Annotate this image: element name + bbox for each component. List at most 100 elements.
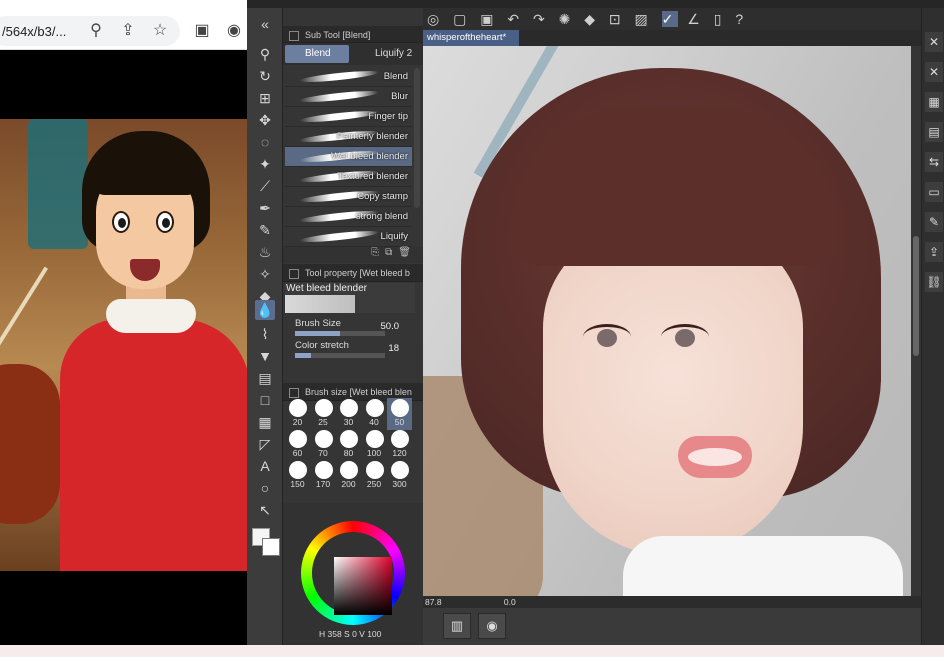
zoom-icon[interactable]: ⚲: [84, 19, 108, 43]
list-item[interactable]: Copy stamp: [285, 187, 412, 207]
brush-size-preset[interactable]: 100: [362, 429, 387, 461]
brush-label: Textured blender: [337, 171, 408, 182]
list-item[interactable]: strong blend: [285, 207, 412, 227]
navigator-icon[interactable]: ▥: [443, 613, 471, 639]
ruler-tool-icon[interactable]: ◸: [255, 434, 275, 454]
magic-wand-icon[interactable]: ✦: [255, 154, 275, 174]
deselect-icon[interactable]: ▨: [635, 11, 653, 27]
gradient-tool-icon[interactable]: ▤: [255, 368, 275, 388]
brush-tool-icon[interactable]: ♨: [255, 242, 275, 262]
tool-property-title: Tool property [Wet bleed b: [283, 264, 423, 281]
brush-size-preset[interactable]: 120: [387, 429, 412, 461]
brush-size-preset[interactable]: 200: [336, 460, 361, 492]
decoration-tool-icon[interactable]: ⌇: [255, 324, 275, 344]
canvas-vertical-scrollbar[interactable]: [911, 46, 921, 596]
tab-blend[interactable]: Blend: [285, 45, 349, 63]
list-item[interactable]: Liquify: [285, 227, 412, 247]
pencil-tool-icon[interactable]: ✎: [255, 220, 275, 240]
brush-size-preset[interactable]: 25: [311, 398, 336, 430]
save-icon[interactable]: ▣: [480, 11, 498, 27]
eyedropper-icon[interactable]: ⟋: [255, 176, 275, 196]
subtool-panel-actions[interactable]: ⎘⧉🗑: [283, 247, 423, 263]
tab-liquify-2[interactable]: Liquify 2: [355, 45, 419, 63]
brush-size-dot: [314, 399, 333, 417]
fill-tool-icon[interactable]: ▼: [255, 346, 275, 366]
help-icon[interactable]: ?: [735, 11, 748, 27]
lasso-tool-icon[interactable]: ◌: [255, 132, 275, 152]
brush-size-slider[interactable]: [295, 331, 385, 336]
layer-icon[interactable]: ▦: [925, 92, 943, 112]
undo-icon[interactable]: ↶: [507, 11, 524, 27]
brush-size-dot: [289, 430, 307, 448]
brush-size-preset[interactable]: 170: [311, 460, 336, 492]
sub-color-swatch[interactable]: [262, 538, 280, 556]
brush-size-preset[interactable]: 60: [285, 429, 310, 461]
new-icon[interactable]: ◎: [427, 11, 444, 27]
panel-collapse-icon[interactable]: «: [255, 14, 275, 34]
transform-icon[interactable]: ⊡: [609, 11, 626, 27]
airbrush-tool-icon[interactable]: ✧: [255, 264, 275, 284]
list-item-selected[interactable]: Wet bleed blender: [285, 147, 412, 167]
color-stretch-slider[interactable]: [295, 353, 385, 358]
angle-value[interactable]: 0.0: [504, 597, 516, 607]
hue-ring[interactable]: [301, 521, 405, 625]
brush-size-preset[interactable]: 40: [362, 398, 387, 430]
brush-size-preset[interactable]: 70: [311, 429, 336, 461]
move-tool-icon[interactable]: ✥: [255, 110, 275, 130]
redo-icon[interactable]: ↷: [533, 11, 550, 27]
close-icon[interactable]: ✕: [925, 62, 943, 82]
brush-size-preset[interactable]: 80: [336, 429, 361, 461]
saturation-value-square[interactable]: [334, 557, 392, 615]
canvas-scroll-thumb[interactable]: [913, 236, 919, 356]
camera-icon[interactable]: ◉: [478, 613, 506, 639]
export-icon[interactable]: ⇪: [925, 242, 943, 262]
list-item[interactable]: Finger tip: [285, 107, 412, 127]
list-item[interactable]: Blend: [285, 67, 412, 87]
close-icon[interactable]: ✕: [925, 32, 943, 52]
operation-tool-icon[interactable]: ⊞: [255, 88, 275, 108]
correct-line-icon[interactable]: ↖: [255, 500, 275, 520]
balloon-tool-icon[interactable]: ○: [255, 478, 275, 498]
fill-icon[interactable]: ◆: [584, 11, 600, 27]
brush-size-row[interactable]: Brush Size 50.0: [295, 318, 415, 340]
extension-icon[interactable]: ◉: [222, 19, 246, 43]
list-item[interactable]: Textured blender: [285, 167, 412, 187]
brush-size-preset[interactable]: 20: [285, 398, 310, 430]
subtool-scrollbar[interactable]: [414, 68, 420, 208]
clear-icon[interactable]: ✺: [559, 11, 576, 27]
brush-size-dot: [391, 461, 409, 479]
frame-border-icon[interactable]: ▦: [255, 412, 275, 432]
brush-size-number: 20: [292, 417, 303, 427]
device-icon[interactable]: ▯: [714, 11, 727, 27]
share-icon[interactable]: ⇪: [116, 19, 140, 43]
snap-special-icon[interactable]: ∠: [687, 11, 705, 27]
folder-icon[interactable]: ▭: [925, 182, 943, 202]
link-icon[interactable]: ⛓: [925, 272, 943, 292]
drawing-canvas[interactable]: [423, 46, 911, 596]
brush-size-preset[interactable]: 30: [336, 398, 361, 430]
open-icon[interactable]: ▢: [453, 11, 471, 27]
blend-tool-icon[interactable]: 💧: [255, 300, 275, 320]
zoom-tool-icon[interactable]: ⚲: [255, 44, 275, 64]
bookmark-star-icon[interactable]: ☆: [148, 19, 172, 43]
brush-size-preset[interactable]: 300: [387, 460, 412, 492]
transfer-icon[interactable]: ⇆: [925, 152, 943, 172]
url-text: /564x/b3/...: [2, 24, 67, 39]
canvas-tab[interactable]: whisperoftheheart*: [423, 30, 519, 46]
brush-size-preset[interactable]: 250: [362, 460, 387, 492]
pen-tool-icon[interactable]: ✒: [255, 198, 275, 218]
text-tool-icon[interactable]: A: [255, 456, 275, 476]
side-panel-icon[interactable]: ▣: [190, 19, 214, 43]
material-icon[interactable]: ▤: [925, 122, 943, 142]
edit-icon[interactable]: ✎: [925, 212, 943, 232]
zoom-value[interactable]: 87.8: [425, 597, 442, 607]
figure-tool-icon[interactable]: □: [255, 390, 275, 410]
brush-size-preset[interactable]: 50: [387, 398, 412, 430]
brush-size-preset[interactable]: 150: [285, 460, 310, 492]
rotate-tool-icon[interactable]: ↻: [255, 66, 275, 86]
list-item[interactable]: Blur: [285, 87, 412, 107]
color-stretch-row[interactable]: Color stretch 18: [295, 340, 415, 362]
list-item[interactable]: Painterly blender: [285, 127, 412, 147]
snap-ruler-icon[interactable]: ✓: [661, 11, 679, 27]
brush-label: strong blend: [355, 211, 408, 222]
